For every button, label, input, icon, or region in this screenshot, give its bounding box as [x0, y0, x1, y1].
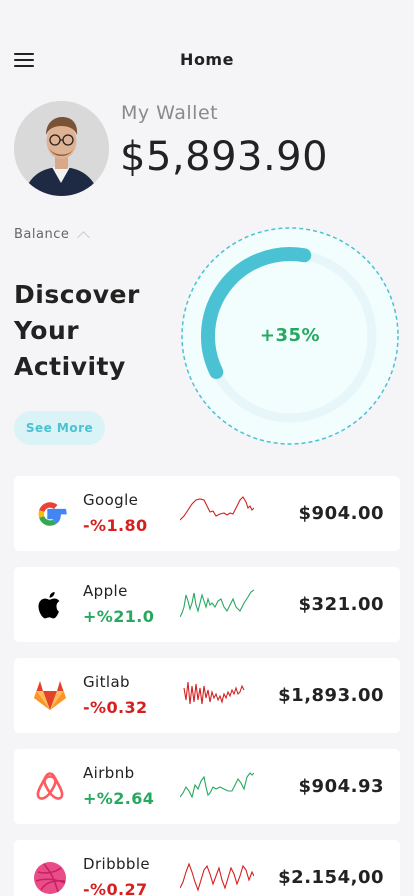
stock-card-apple[interactable]: Apple +%21.0 $321.00 [14, 567, 400, 642]
google-logo-icon [38, 502, 67, 526]
avatar[interactable] [14, 101, 109, 196]
stock-name: Apple [83, 582, 128, 600]
stock-card-airbnb[interactable]: Airbnb +%2.64 $904.93 [14, 749, 400, 824]
stock-change: -%0.32 [83, 698, 148, 717]
wallet-label: My Wallet [121, 102, 219, 124]
stock-change: +%2.64 [83, 789, 155, 808]
sparkline-chart [180, 772, 254, 799]
stock-card-dribbble[interactable]: Dribbble -%0.27 $2.154,00 [14, 840, 400, 896]
wallet-amount: $5,893.90 [120, 134, 329, 180]
stock-price: $904.93 [298, 776, 384, 797]
stock-price: $2.154,00 [278, 867, 384, 888]
stock-name: Gitlab [83, 673, 130, 691]
airbnb-logo-icon [36, 772, 64, 800]
stock-name: Google [83, 491, 139, 509]
stock-name: Airbnb [83, 764, 135, 782]
balance-dropdown[interactable]: Balance [14, 227, 91, 244]
sparkline-chart [180, 496, 254, 521]
dribbble-logo-icon [34, 862, 66, 894]
gauge-value: +35% [259, 325, 321, 346]
gitlab-logo-icon [34, 681, 66, 710]
sparkline-chart [180, 589, 254, 618]
stock-change: -%0.27 [83, 880, 148, 896]
balance-label: Balance [14, 227, 70, 242]
stock-change: +%21.0 [83, 607, 155, 626]
header: Home [0, 44, 414, 76]
discover-heading: Discover Your Activity [14, 280, 140, 381]
stock-price: $1,893.00 [278, 685, 384, 706]
sparkline-chart [180, 862, 254, 892]
see-more-button[interactable]: See More [14, 411, 105, 445]
page-title: Home [180, 50, 234, 69]
stock-card-gitlab[interactable]: Gitlab -%0.32 $1,893.00 [14, 658, 400, 733]
stock-price: $904.00 [298, 503, 384, 524]
stock-name: Dribbble [83, 855, 151, 873]
chevron-up-icon [77, 230, 91, 244]
stock-change: -%1.80 [83, 516, 148, 535]
apple-logo-icon [38, 591, 60, 619]
stock-card-google[interactable]: Google -%1.80 $904.00 [14, 476, 400, 551]
stock-price: $321.00 [298, 594, 384, 615]
sparkline-chart [183, 681, 245, 705]
